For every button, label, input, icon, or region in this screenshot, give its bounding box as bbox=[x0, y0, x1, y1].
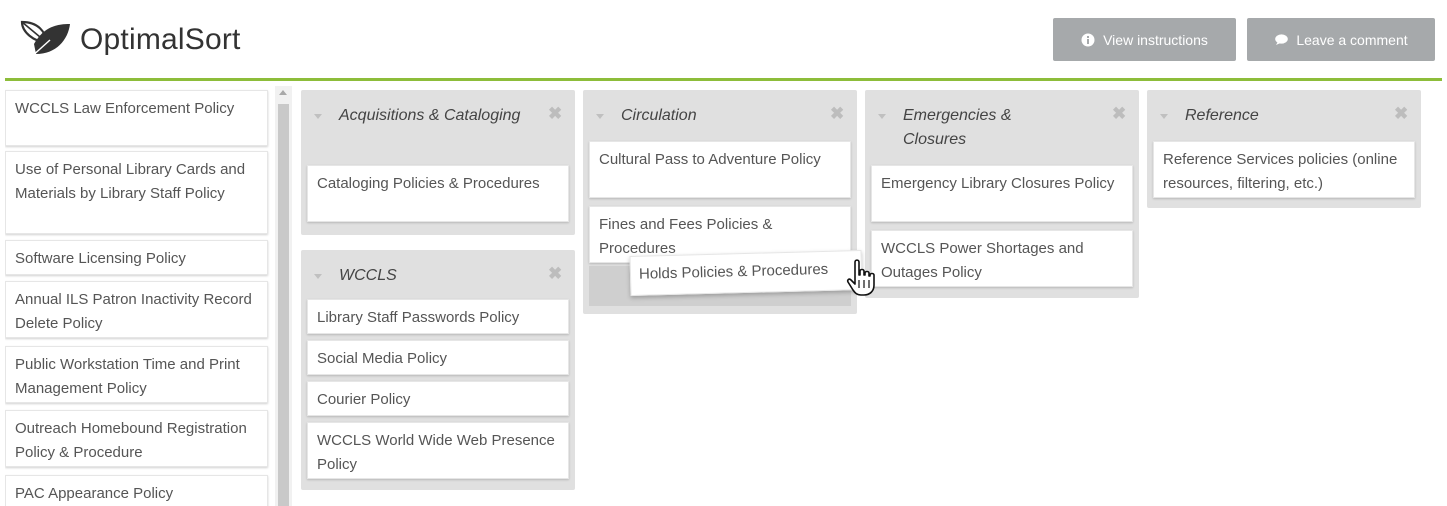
category-wccls[interactable]: WCCLS ✖ Library Staff Passwords Policy S… bbox=[301, 250, 575, 490]
category-title[interactable]: Circulation bbox=[621, 104, 821, 128]
card[interactable]: Cataloging Policies & Procedures bbox=[307, 165, 569, 222]
card[interactable]: Reference Services policies (online reso… bbox=[1153, 141, 1415, 198]
caret-down-icon[interactable] bbox=[878, 114, 886, 119]
unsorted-card-list: WCCLS Law Enforcement Policy Use of Pers… bbox=[5, 86, 270, 506]
card[interactable]: Outreach Homebound Registration Policy &… bbox=[5, 410, 268, 467]
card[interactable]: Annual ILS Patron Inactivity Record Dele… bbox=[5, 281, 268, 338]
caret-down-icon[interactable] bbox=[1160, 114, 1168, 119]
category-title[interactable]: Reference bbox=[1185, 104, 1385, 128]
card[interactable]: WCCLS World Wide Web Presence Policy bbox=[307, 422, 569, 479]
logo-text: OptimalSort bbox=[80, 23, 241, 56]
card[interactable]: PAC Appearance Policy bbox=[5, 475, 268, 506]
dragging-card[interactable]: Holds Policies & Procedures bbox=[629, 249, 863, 297]
category-title[interactable]: Acquisitions & Cataloging bbox=[339, 104, 539, 128]
view-instructions-button[interactable]: View instructions bbox=[1053, 18, 1236, 61]
card[interactable]: Cultural Pass to Adventure Policy bbox=[589, 141, 851, 198]
header: OptimalSort View instructions Leave a co… bbox=[0, 0, 1447, 81]
view-instructions-label: View instructions bbox=[1103, 31, 1208, 48]
caret-down-icon[interactable] bbox=[314, 114, 322, 119]
category-reference[interactable]: Reference ✖ Reference Services policies … bbox=[1147, 90, 1421, 208]
scroll-thumb[interactable] bbox=[278, 104, 289, 506]
logo: OptimalSort bbox=[16, 18, 241, 62]
card[interactable]: Public Workstation Time and Print Manage… bbox=[5, 346, 268, 403]
card[interactable]: Use of Personal Library Cards and Materi… bbox=[5, 151, 268, 234]
close-icon[interactable]: ✖ bbox=[1112, 105, 1126, 122]
leave-comment-button[interactable]: Leave a comment bbox=[1247, 18, 1435, 61]
close-icon[interactable]: ✖ bbox=[830, 105, 844, 122]
category-emergencies[interactable]: Emergencies & Closures ✖ Emergency Libra… bbox=[865, 90, 1139, 298]
close-icon[interactable]: ✖ bbox=[1394, 105, 1408, 122]
card[interactable]: Emergency Library Closures Policy bbox=[871, 165, 1133, 222]
card[interactable]: WCCLS Law Enforcement Policy bbox=[5, 90, 268, 146]
category-title[interactable]: Emergencies & Closures bbox=[903, 104, 1073, 152]
leave-comment-label: Leave a comment bbox=[1296, 31, 1408, 48]
close-icon[interactable]: ✖ bbox=[548, 105, 562, 122]
card[interactable]: WCCLS Power Shortages and Outages Policy bbox=[871, 230, 1133, 287]
speech-bubble-icon bbox=[1275, 33, 1289, 45]
leaf-logo-icon bbox=[20, 20, 70, 59]
category-acquisitions[interactable]: Acquisitions & Cataloging ✖ Cataloging P… bbox=[301, 90, 575, 235]
caret-down-icon[interactable] bbox=[314, 274, 322, 279]
card[interactable]: Software Licensing Policy bbox=[5, 240, 268, 275]
category-title[interactable]: WCCLS bbox=[339, 264, 539, 288]
info-icon bbox=[1081, 33, 1095, 46]
scroll-up-arrow-icon[interactable] bbox=[279, 90, 287, 95]
header-divider bbox=[5, 78, 1442, 81]
card[interactable]: Library Staff Passwords Policy bbox=[307, 299, 569, 334]
caret-down-icon[interactable] bbox=[596, 114, 604, 119]
card[interactable]: Social Media Policy bbox=[307, 340, 569, 375]
card[interactable]: Courier Policy bbox=[307, 381, 569, 416]
close-icon[interactable]: ✖ bbox=[548, 265, 562, 282]
scrollbar[interactable] bbox=[275, 86, 292, 506]
hand-pointer-icon bbox=[846, 259, 875, 296]
